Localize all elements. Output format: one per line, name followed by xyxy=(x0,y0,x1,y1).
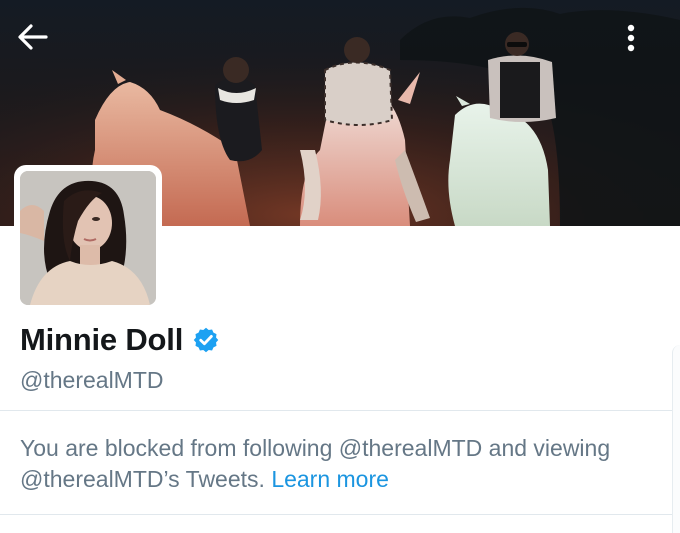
more-options-button[interactable] xyxy=(626,24,666,68)
learn-more-link[interactable]: Learn more xyxy=(271,466,389,492)
blocked-notice: You are blocked from following @therealM… xyxy=(20,433,670,495)
profile-avatar[interactable] xyxy=(14,165,162,311)
back-button[interactable] xyxy=(18,24,62,68)
avatar-image xyxy=(20,171,156,305)
arrow-left-icon xyxy=(18,24,48,50)
verified-badge-icon xyxy=(192,326,220,354)
profile-handle: @therealMTD xyxy=(20,367,164,393)
profile-screen: Minnie Doll @therealMTD You are blocked … xyxy=(0,0,680,533)
vertical-dots-icon xyxy=(627,24,635,52)
display-name: Minnie Doll xyxy=(20,322,184,357)
profile-name-row: Minnie Doll xyxy=(20,318,220,362)
bottom-divider xyxy=(0,514,680,515)
section-divider xyxy=(0,410,680,411)
scroll-edge xyxy=(672,345,680,533)
avatar-photo xyxy=(20,171,156,305)
